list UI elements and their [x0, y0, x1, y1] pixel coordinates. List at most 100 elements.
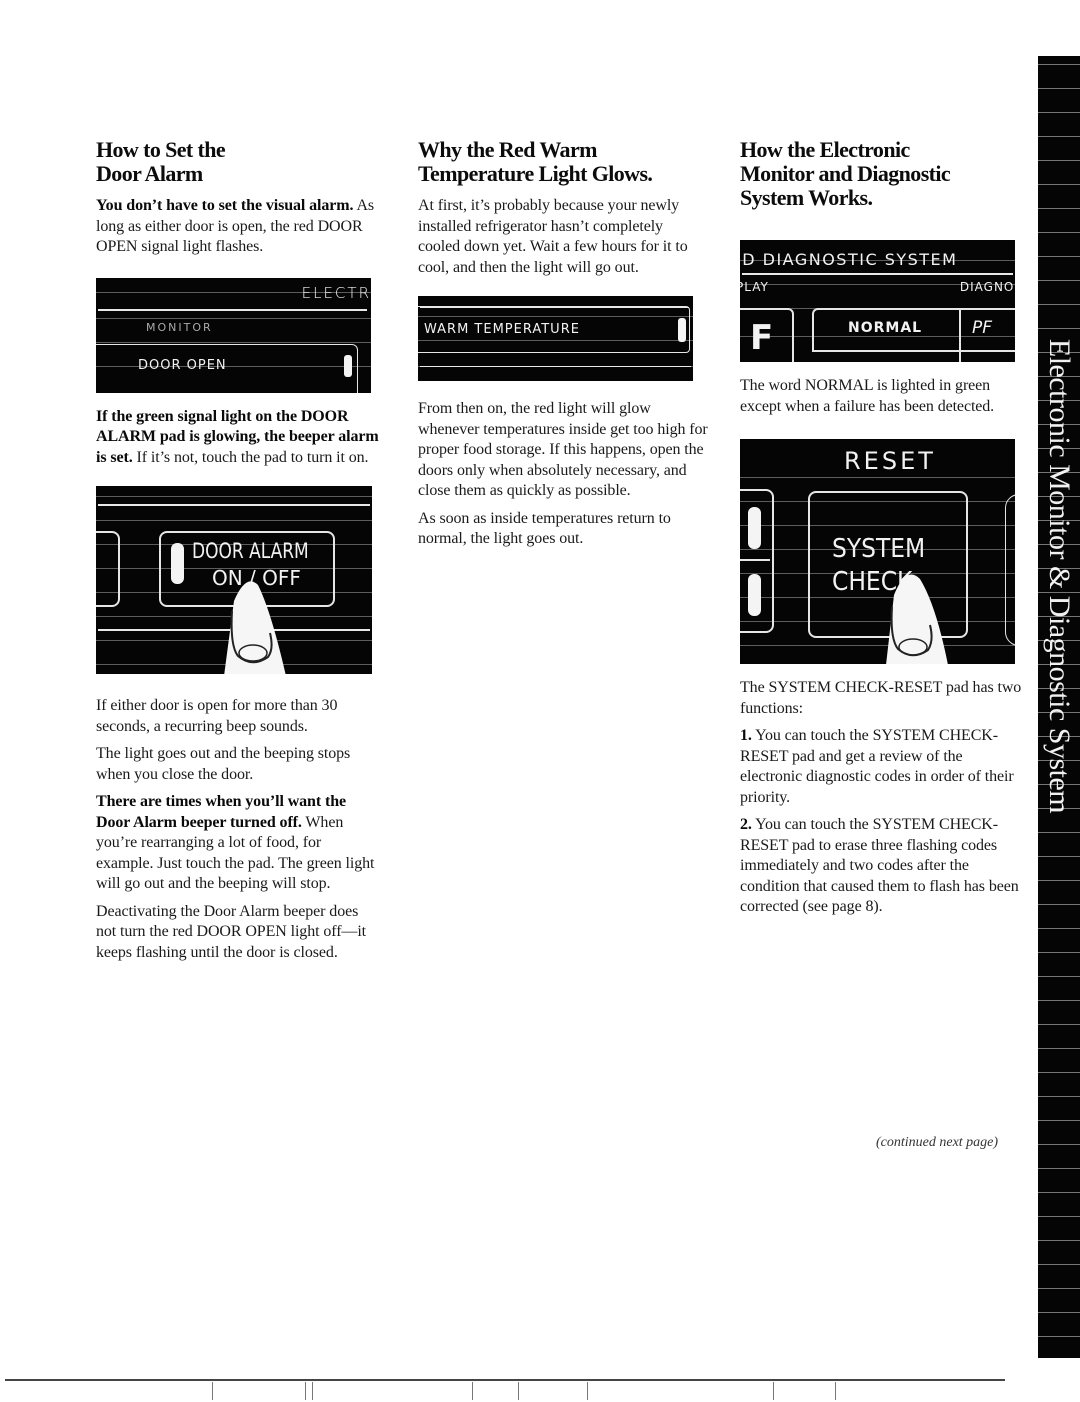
scanline: [1038, 544, 1080, 545]
scanline: [1038, 400, 1080, 401]
scanline: [1038, 976, 1080, 977]
scanline: [1038, 1336, 1080, 1337]
door-alarm-panel-image[interactable]: DOOR ALARM ON / OFF: [96, 486, 372, 674]
scanline: [1038, 832, 1080, 833]
diagnostic-label: DIAGNOS: [959, 280, 1015, 294]
door-open-light: [344, 354, 352, 377]
scanline: [1038, 592, 1080, 593]
scanline: [1038, 376, 1080, 377]
scanline: [1038, 448, 1080, 449]
column-warm-temperature: Why the Red Warm Temperature Light Glows…: [418, 138, 708, 557]
section-side-tab: Electronic Monitor & Diagnostic System: [1038, 56, 1080, 1358]
scanline: [1038, 472, 1080, 473]
scanline: [1038, 712, 1080, 713]
scanline: [1038, 664, 1080, 665]
heading-door-alarm: How to Set the Door Alarm: [96, 137, 226, 186]
door-alarm-light: [171, 543, 184, 584]
paragraph: If either door is open for more than 30 …: [96, 697, 338, 735]
paragraph: The light goes out and the beeping stops…: [96, 745, 351, 783]
scanline: [1038, 1000, 1080, 1001]
scanline: [1038, 856, 1080, 857]
scanline: [1038, 1216, 1080, 1217]
normal-status-indicator: NORMAL: [848, 320, 923, 336]
scanline: [1038, 208, 1080, 209]
reset-label: RESET: [844, 447, 936, 475]
scanline: [1038, 280, 1080, 281]
paragraph: As soon as inside temperatures return to…: [418, 509, 671, 548]
scanline: [1038, 256, 1080, 257]
scanline: [1038, 688, 1080, 689]
panel-label-monitor: MONITOR: [146, 320, 213, 334]
paragraph: From then on, the red light will glow wh…: [418, 400, 708, 499]
scanline: [1038, 232, 1080, 233]
continued-next-page: (continued next page): [876, 1135, 999, 1150]
scanline: [1038, 568, 1080, 569]
system-label: SYSTEM: [832, 534, 926, 564]
warm-temperature-light: [678, 318, 686, 342]
crop-mark: [835, 1382, 836, 1400]
display-label: PLAY: [740, 280, 769, 294]
panel-label-electronic: ELECTR: [301, 283, 371, 302]
crop-mark: [773, 1382, 774, 1400]
finger-pointer-icon: [886, 574, 948, 664]
numbered-item: 1. You can touch the SYSTEM CHECK-RESET …: [740, 727, 1014, 806]
system-check-reset-panel-image[interactable]: RESET SYSTEM CHECK: [740, 439, 1015, 664]
scanline: [1038, 1144, 1080, 1145]
warm-temperature-panel-image: WARM TEMPERATURE: [418, 296, 693, 381]
paragraph: If the green signal light on the DOOR AL…: [96, 407, 379, 466]
paragraph: The word NORMAL is lighted in green exce…: [740, 377, 995, 415]
scanline: [1038, 424, 1080, 425]
segment-digit: F: [750, 318, 774, 358]
scanline: [1038, 160, 1080, 161]
scanline: [1038, 1120, 1080, 1121]
paragraph: At first, it’s probably because your new…: [418, 197, 688, 276]
paragraph: The SYSTEM CHECK-RESET pad has two funct…: [740, 679, 1022, 717]
bottom-rule: [5, 1379, 1005, 1381]
crop-mark: [472, 1382, 473, 1400]
diagnostic-display-panel-image: ID DIAGNOSTIC SYSTEM PLAY DIAGNOS F NORM…: [740, 240, 1015, 362]
fault-code: PF: [972, 318, 993, 338]
door-alarm-label: DOOR ALARM: [192, 539, 309, 563]
crop-mark: [587, 1382, 588, 1400]
scanline: [1038, 520, 1080, 521]
scanline: [1038, 1192, 1080, 1193]
door-open-panel-image: ELECTR MONITOR DOOR OPEN: [96, 277, 371, 393]
scanline: [1038, 1096, 1080, 1097]
crop-mark: [518, 1382, 519, 1400]
scanline: [1038, 1048, 1080, 1049]
diagnostic-system-title: ID DIAGNOSTIC SYSTEM: [740, 250, 958, 269]
scanline: [1038, 880, 1080, 881]
scanline: [1038, 112, 1080, 113]
scanline: [1038, 1072, 1080, 1073]
scanline: [1038, 184, 1080, 185]
door-open-label: DOOR OPEN: [138, 357, 227, 373]
scanline: [1038, 904, 1080, 905]
scanline: [1038, 640, 1080, 641]
scanline: [1038, 1240, 1080, 1241]
scanline: [1038, 1024, 1080, 1025]
scanline: [1038, 616, 1080, 617]
finger-pointer-icon: [224, 581, 286, 674]
scanline: [1038, 1168, 1080, 1169]
paragraph: Deactivating the Door Alarm beeper does …: [96, 902, 367, 961]
scanline: [1038, 760, 1080, 761]
scanline: [1038, 736, 1080, 737]
side-tab-title: Electronic Monitor & Diagnostic System: [1043, 338, 1076, 814]
paragraph: You don’t have to set the visual alarm. …: [96, 197, 375, 255]
scanline: [1038, 1264, 1080, 1265]
crop-mark: [305, 1382, 306, 1400]
scanline: [1038, 88, 1080, 89]
heading-diagnostic-system: How the Electronic Monitor and Diagnosti…: [740, 137, 951, 210]
column-diagnostic-system: How the Electronic Monitor and Diagnosti…: [740, 138, 1025, 925]
crop-mark: [212, 1382, 213, 1400]
scanline: [1038, 64, 1080, 65]
paragraph: There are times when you’ll want the Doo…: [96, 793, 375, 892]
scanline: [1038, 496, 1080, 497]
scanline: [1038, 808, 1080, 809]
crop-mark: [312, 1382, 313, 1400]
scanline: [1038, 352, 1080, 353]
column-door-alarm: How to Set the Door Alarm You don’t have…: [96, 138, 381, 970]
warm-temperature-label: WARM TEMPERATURE: [424, 322, 580, 337]
heading-warm-temperature: Why the Red Warm Temperature Light Glows…: [418, 137, 653, 186]
scanline: [1038, 304, 1080, 305]
